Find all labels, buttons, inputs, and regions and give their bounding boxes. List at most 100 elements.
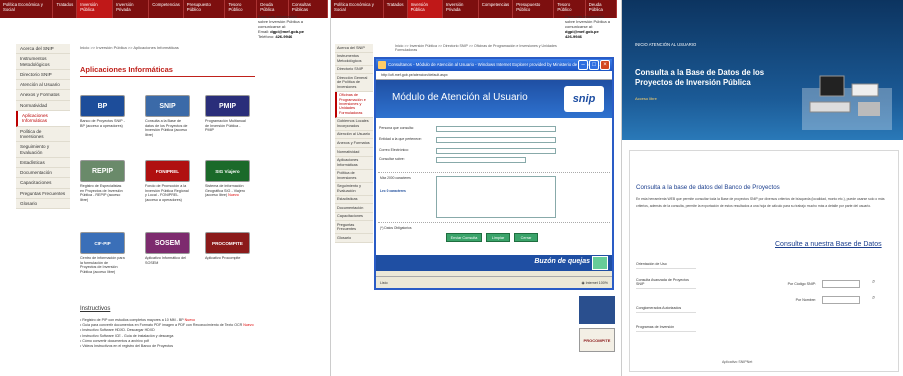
sidebar-item[interactable]: Gobiernos Locales Incorporados: [335, 118, 373, 131]
sidebar-item[interactable]: Estadísticas: [16, 158, 70, 169]
form-input[interactable]: [436, 137, 556, 143]
search-icon[interactable]: ⌕: [872, 295, 875, 302]
window-titlebar[interactable]: Consultanos - Módulo de Atención al Usua…: [376, 59, 612, 71]
app-tile[interactable]: REPIP Registro de Especialistas en Proyec…: [80, 160, 125, 202]
sidebar-item[interactable]: Política de Inversiones: [335, 170, 373, 183]
sidebar-item[interactable]: Preguntas Frecuentes: [335, 221, 373, 235]
phone-number: 426-9946: [275, 34, 293, 39]
window-title: Consultanos - Módulo de Atención al Usua…: [388, 62, 603, 67]
address-bar[interactable]: http://ofi.mef.gob.pe/atencion/default.a…: [376, 71, 612, 80]
maximize-button[interactable]: □: [589, 60, 599, 70]
app-tile[interactable]: FONIPREL Fondo de Promoción a la Inversió…: [145, 160, 190, 202]
app-logo[interactable]: CIF-PIP: [80, 232, 125, 254]
nav-atencion[interactable]: ATENCIÓN AL USUARIO: [649, 42, 696, 47]
side-banner-image[interactable]: [579, 296, 615, 324]
sidebar-item[interactable]: Capacitaciones: [335, 213, 373, 222]
sidebar-item[interactable]: Instrumentos Metodológicos: [16, 54, 70, 70]
sidebar-item[interactable]: Atención al Usuario: [335, 131, 373, 140]
side-link[interactable]: Consulta Avanzada de Proyectos SNIP: [636, 278, 696, 289]
sidebar-item[interactable]: Seguimiento y Evaluación: [335, 183, 373, 196]
sidebar-item[interactable]: Acerca del SNIP: [16, 44, 70, 55]
nav-item[interactable]: Tesoro Público: [225, 0, 258, 18]
app-logo[interactable]: FONIPREL: [145, 160, 190, 182]
nav-item[interactable]: Inversión Pública: [77, 0, 114, 18]
instructivo-text: Instructivo Software ICE - Guía de insta…: [82, 333, 174, 338]
sidebar-item[interactable]: Aplicaciones Informáticas: [16, 111, 70, 127]
app-logo[interactable]: BP: [80, 95, 125, 117]
sidebar-item[interactable]: Anexos y Formatos: [16, 90, 70, 101]
sidebar-item[interactable]: Estadísticas: [335, 196, 373, 205]
nav-item[interactable]: Competencias: [149, 0, 184, 18]
sidebar-item[interactable]: Preguntas Frecuentes: [16, 189, 70, 200]
nav-item[interactable]: Política Económica y Social: [331, 0, 384, 18]
sidebar-item[interactable]: Instrumentos Metodológicos: [335, 53, 373, 66]
topic-select[interactable]: [436, 157, 526, 163]
nav-item[interactable]: Inversión Pública: [407, 0, 443, 18]
app-tile[interactable]: PMIP Programación Multianual de Inversión…: [205, 95, 250, 133]
app-logo[interactable]: SIG Viajero: [205, 160, 250, 182]
instructivos-heading[interactable]: Instructivos: [80, 306, 110, 312]
nav-item[interactable]: Tratados: [384, 0, 408, 18]
title-divider: [80, 76, 255, 77]
side-link[interactable]: Programas de Inversión: [636, 325, 696, 332]
app-logo[interactable]: SOSEM: [145, 232, 190, 254]
app-tile[interactable]: SIG Viajero Sistema de información Geográ…: [205, 160, 250, 198]
clear-button[interactable]: Limpiar: [486, 233, 510, 242]
sidebar-item[interactable]: Normatividad: [335, 148, 373, 157]
nav-item[interactable]: Tratados: [53, 0, 78, 18]
sidebar-item[interactable]: Política de Inversiones: [16, 127, 70, 143]
consult-database-link[interactable]: Consulte a nuestra Base de Datos: [775, 241, 882, 248]
send-button[interactable]: Enviar Consulta: [446, 233, 482, 242]
close-button[interactable]: ×: [600, 60, 610, 70]
nav-item[interactable]: Inversión Privada: [113, 0, 150, 18]
message-textarea[interactable]: [436, 176, 556, 218]
app-tile[interactable]: CIF-PIP Centro de información para la for…: [80, 232, 125, 274]
sidebar-item[interactable]: Acerca del SNIP: [335, 44, 373, 53]
sidebar-item[interactable]: Atención al Usuario: [16, 80, 70, 91]
contact-info: Para más información sobre Inversión Púb…: [258, 14, 326, 39]
sidebar-item[interactable]: Aplicaciones Informáticas: [335, 157, 373, 170]
complaints-label: Buzón de quejas: [534, 258, 590, 265]
complaints-banner[interactable]: Buzón de quejas: [376, 255, 612, 271]
nav-item[interactable]: Competencias: [479, 0, 514, 18]
sidebar-item[interactable]: Anexos y Formatos: [335, 139, 373, 148]
new-badge: Nuevo: [228, 193, 239, 198]
sidebar-item[interactable]: Directorio SNIP: [335, 66, 373, 75]
app-logo[interactable]: PMIP: [205, 95, 250, 117]
nav-item[interactable]: Presupuesto Público: [184, 0, 226, 18]
close-form-button[interactable]: Cerrar: [514, 233, 538, 242]
instructivo-text: Cómo convertir documentos a archivo pdf: [82, 338, 149, 343]
nav-inicio[interactable]: INICIO: [635, 42, 648, 47]
sidebar-item[interactable]: Directorio SNIP: [16, 70, 70, 81]
sidebar-item[interactable]: Documentación: [16, 168, 70, 179]
sidebar-item[interactable]: Oficinas de Programación e Inversiones y…: [335, 91, 373, 118]
app-tile[interactable]: SOSEM Aplicativo Informático del SOSEM: [145, 232, 190, 265]
side-link[interactable]: Orientación de Uso: [636, 262, 696, 269]
search-icon[interactable]: ⌕: [872, 279, 875, 286]
sidebar-item[interactable]: Glosario: [335, 234, 373, 243]
minimize-button[interactable]: –: [578, 60, 588, 70]
form-input[interactable]: [436, 126, 556, 132]
sidebar-item[interactable]: Capacitaciones: [16, 178, 70, 189]
sidebar-item[interactable]: Normatividad: [16, 101, 70, 112]
sidebar-item[interactable]: Glosario: [16, 199, 70, 210]
app-tile[interactable]: PROCOMPITE Aplicativo Procompite: [205, 232, 250, 261]
app-logo[interactable]: PROCOMPITE: [205, 232, 250, 254]
form-input[interactable]: [436, 148, 556, 154]
app-tile[interactable]: BP Banco de Proyectos SNIP - BP (acceso a…: [80, 95, 125, 128]
side-link[interactable]: Conglomerados Autorizados: [636, 306, 696, 313]
sidebar-item[interactable]: Documentación: [335, 204, 373, 213]
nav-item[interactable]: Inversión Privada: [443, 0, 479, 18]
zoom-level[interactable]: 100%: [599, 281, 608, 285]
app-tile[interactable]: SNIP Consulta a la Base de datos de los P…: [145, 95, 190, 137]
nav-item[interactable]: Política Económica y Social: [0, 0, 54, 18]
app-logo[interactable]: REPIP: [80, 160, 125, 182]
sidebar-item[interactable]: Dirección General de Política de Inversi…: [335, 74, 373, 92]
instructivo-link[interactable]: Videos Instructivos en el registro del B…: [80, 344, 255, 349]
procompite-banner[interactable]: PROCOMPITE: [579, 328, 615, 352]
nav-item[interactable]: Presupuesto Público: [513, 0, 555, 18]
app-logo[interactable]: SNIP: [145, 95, 190, 117]
name-input[interactable]: [822, 296, 860, 304]
code-input[interactable]: [822, 280, 860, 288]
sidebar-item[interactable]: Seguimiento y Evaluación: [16, 142, 70, 158]
